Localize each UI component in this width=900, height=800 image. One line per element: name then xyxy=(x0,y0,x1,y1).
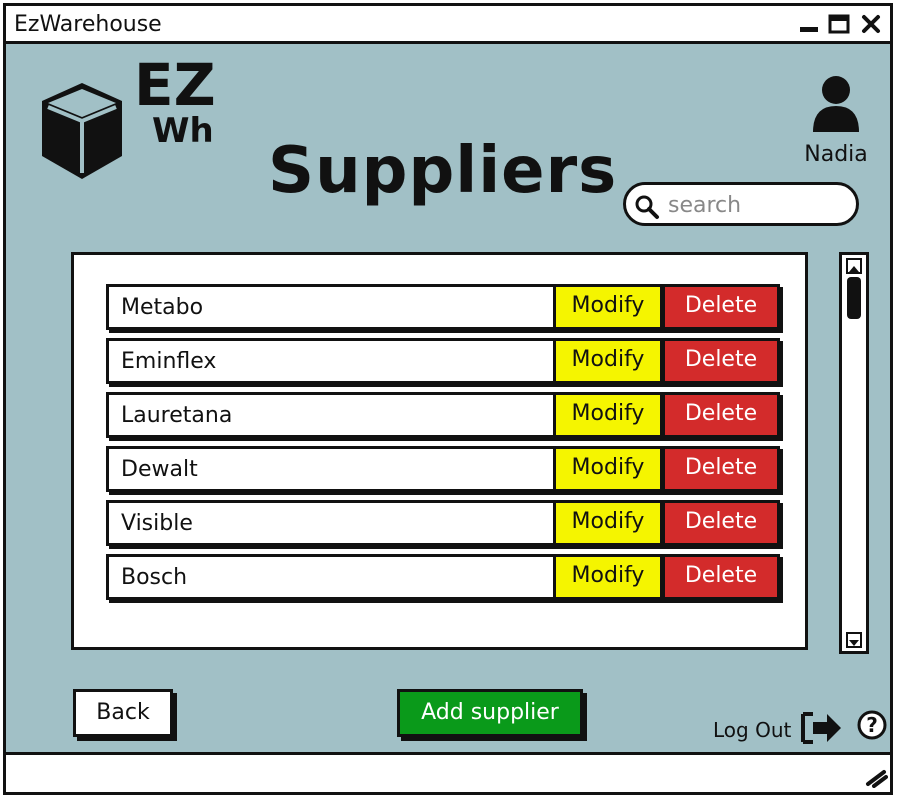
supplier-row: Visible Modify Delete xyxy=(106,500,782,546)
supplier-row: Bosch Modify Delete xyxy=(106,554,782,600)
title-bar: EzWarehouse xyxy=(6,6,890,44)
supplier-name: Dewalt xyxy=(106,446,556,492)
scrollbar-thumb[interactable] xyxy=(847,277,861,319)
supplier-row: Metabo Modify Delete xyxy=(106,284,782,330)
search-input[interactable] xyxy=(666,191,850,219)
search-icon xyxy=(635,195,659,219)
supplier-name: Metabo xyxy=(106,284,556,330)
maximize-icon[interactable] xyxy=(828,14,850,34)
modify-button[interactable]: Modify xyxy=(553,338,663,384)
supplier-name: Eminflex xyxy=(106,338,556,384)
user-profile[interactable]: Nadia xyxy=(796,74,876,167)
scroll-up-icon[interactable] xyxy=(846,258,862,274)
logout-link[interactable]: Log Out xyxy=(713,718,791,742)
window-title: EzWarehouse xyxy=(14,12,162,37)
delete-button[interactable]: Delete xyxy=(662,554,780,600)
delete-button[interactable]: Delete xyxy=(662,338,780,384)
user-icon xyxy=(813,76,859,132)
delete-button[interactable]: Delete xyxy=(662,284,780,330)
logout-icon[interactable] xyxy=(801,710,845,746)
user-name: Nadia xyxy=(804,142,868,167)
scroll-down-icon[interactable] xyxy=(846,632,862,648)
back-button[interactable]: Back xyxy=(73,689,173,737)
supplier-row: Lauretana Modify Delete xyxy=(106,392,782,438)
minimize-icon[interactable] xyxy=(798,14,820,34)
page-title: Suppliers xyxy=(268,134,618,208)
app-window: EzWarehouse EZ Wh Suppliers Nadia search… xyxy=(3,3,893,795)
resize-grip-icon[interactable] xyxy=(864,768,888,788)
supplier-list: Metabo Modify Delete Eminflex Modify Del… xyxy=(71,252,808,650)
logo-line-wh: Wh xyxy=(152,111,214,151)
logo-line-ez: EZ xyxy=(134,51,216,119)
close-icon[interactable] xyxy=(860,14,882,34)
svg-text:?: ? xyxy=(866,713,878,737)
add-supplier-button[interactable]: Add supplier xyxy=(397,689,583,737)
modify-button[interactable]: Modify xyxy=(553,284,663,330)
help-icon[interactable]: ? xyxy=(856,709,888,741)
supplier-row: Dewalt Modify Delete xyxy=(106,446,782,492)
modify-button[interactable]: Modify xyxy=(553,554,663,600)
search-box[interactable] xyxy=(623,182,859,226)
status-bar xyxy=(6,752,890,792)
delete-button[interactable]: Delete xyxy=(662,446,780,492)
supplier-name: Visible xyxy=(106,500,556,546)
list-scrollbar[interactable] xyxy=(839,252,869,654)
delete-button[interactable]: Delete xyxy=(662,500,780,546)
modify-button[interactable]: Modify xyxy=(553,392,663,438)
modify-button[interactable]: Modify xyxy=(553,446,663,492)
supplier-name: Bosch xyxy=(106,554,556,600)
logo-text: EZ Wh xyxy=(134,56,234,148)
supplier-row: Eminflex Modify Delete xyxy=(106,338,782,384)
modify-button[interactable]: Modify xyxy=(553,500,663,546)
supplier-name: Lauretana xyxy=(106,392,556,438)
delete-button[interactable]: Delete xyxy=(662,392,780,438)
